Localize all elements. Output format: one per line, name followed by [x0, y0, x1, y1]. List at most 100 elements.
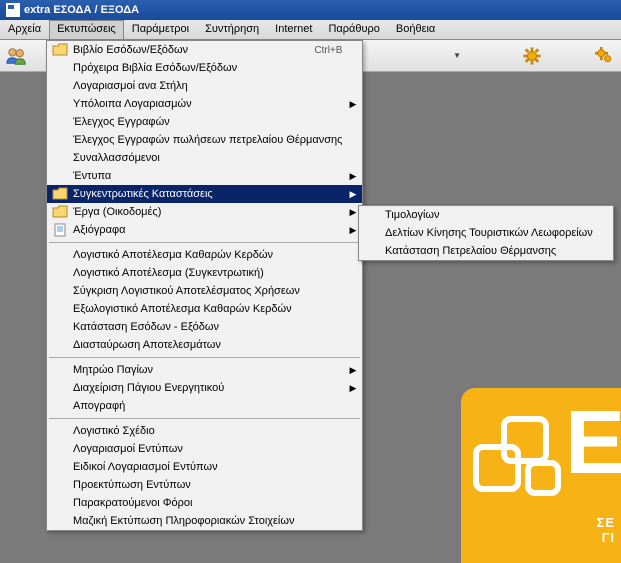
- menu-item[interactable]: Μητρώο Παγίων ▶: [47, 361, 362, 379]
- blank-icon: [51, 477, 69, 493]
- logo-subtext: ΣΕ ΓΙ: [597, 515, 615, 545]
- menu-item[interactable]: Απογραφή: [47, 397, 362, 415]
- menu-item-label: Παρακρατούμενοι Φόροι: [73, 497, 342, 509]
- menu-item[interactable]: Έλεγχος Εγγραφών: [47, 113, 362, 131]
- menu-item-label: Προεκτύπωση Εντύπων: [73, 479, 342, 491]
- menu-item-label: Διαχείριση Πάγιου Ενεργητικού: [73, 382, 342, 394]
- menu-item-label: Πρόχειρα Βιβλία Εσόδων/Εξόδων: [73, 62, 342, 74]
- menu-item-label: Έλεγχος Εγγραφών πωλήσεων πετρελαίου Θέρ…: [73, 134, 342, 146]
- menu-item[interactable]: Πρόχειρα Βιβλία Εσόδων/Εξόδων: [47, 59, 362, 77]
- menubar-item[interactable]: Συντήρηση: [197, 20, 267, 39]
- submenu-item-label: Κατάσταση Πετρελαίου Θέρμανσης: [385, 245, 593, 257]
- submenu-arrow-icon: ▶: [350, 171, 357, 182]
- aggregated-statements-submenu: Τιμολογίων Δελτίων Κίνησης Τουριστικών Λε…: [358, 205, 614, 261]
- menu-item[interactable]: Λογαριασμοί ανα Στήλη: [47, 77, 362, 95]
- blank-icon: [363, 243, 381, 259]
- submenu-arrow-icon: ▶: [350, 365, 357, 376]
- blank-icon: [51, 96, 69, 112]
- blank-icon: [363, 207, 381, 223]
- blank-icon: [51, 380, 69, 396]
- submenu-item[interactable]: Δελτίων Κίνησης Τουριστικών Λεωφορείων: [359, 224, 613, 242]
- menu-item[interactable]: Έντυπα▶: [47, 167, 362, 185]
- menu-item[interactable]: Ειδικοί Λογαριασμοί Εντύπων: [47, 458, 362, 476]
- menu-item-label: Λογαριασμοί ανα Στήλη: [73, 80, 342, 92]
- menu-item[interactable]: Παρακρατούμενοι Φόροι: [47, 494, 362, 512]
- menu-item-label: Συγκεντρωτικές Καταστάσεις: [73, 188, 342, 200]
- submenu-arrow-icon: ▶: [350, 225, 357, 236]
- menu-item[interactable]: Συγκεντρωτικές Καταστάσεις ▶: [47, 185, 362, 203]
- menu-separator: [49, 242, 360, 243]
- menu-item[interactable]: Διαχείριση Πάγιου Ενεργητικού▶: [47, 379, 362, 397]
- menu-item-label: Υπόλοιπα Λογαριασμών: [73, 98, 342, 110]
- blank-icon: [51, 495, 69, 511]
- blank-icon: [51, 362, 69, 378]
- blank-icon: [51, 60, 69, 76]
- blank-icon: [51, 247, 69, 263]
- menu-item-label: Αξιόγραφα: [73, 224, 342, 236]
- menu-item[interactable]: Κατάσταση Εσόδων - Εξόδων: [47, 318, 362, 336]
- gear-icon-1[interactable]: [521, 45, 543, 67]
- gear-icon-2[interactable]: [593, 45, 615, 67]
- menu-item[interactable]: Υπόλοιπα Λογαριασμών▶: [47, 95, 362, 113]
- menubar: ΑρχείαΕκτυπώσειςΠαράμετροιΣυντήρησηInter…: [0, 20, 621, 40]
- users-icon[interactable]: [6, 45, 28, 67]
- submenu-item-label: Τιμολογίων: [385, 209, 593, 221]
- menubar-item[interactable]: Παράθυρο: [320, 20, 387, 39]
- menubar-item[interactable]: Βοήθεια: [388, 20, 443, 39]
- print-menu-dropdown: Βιβλίο Εσόδων/ΕξόδωνCtrl+B Πρόχειρα Βιβλί…: [46, 40, 363, 531]
- menu-item[interactable]: Λογιστικό Αποτέλεσμα (Συγκεντρωτική): [47, 264, 362, 282]
- menubar-item[interactable]: Internet: [267, 20, 320, 39]
- menu-item[interactable]: Εξωλογιστικό Αποτέλεσμα Καθαρών Κερδών: [47, 300, 362, 318]
- menu-item-label: Λογιστικό Αποτέλεσμα Καθαρών Κερδών: [73, 249, 342, 261]
- menu-item-label: Λογαριασμοί Εντύπων: [73, 443, 342, 455]
- menu-item[interactable]: Λογιστικό Σχέδιο: [47, 422, 362, 440]
- folder-icon: [51, 186, 69, 202]
- folder-icon: [51, 42, 69, 58]
- menu-item-label: Διασταύρωση Αποτελεσμάτων: [73, 339, 342, 351]
- doc-icon: [51, 222, 69, 238]
- menu-item[interactable]: Λογιστικό Αποτέλεσμα Καθαρών Κερδών: [47, 246, 362, 264]
- submenu-arrow-icon: ▶: [350, 189, 357, 200]
- menu-item-label: Έλεγχος Εγγραφών: [73, 116, 342, 128]
- menu-item[interactable]: Αξιόγραφα ▶: [47, 221, 362, 239]
- blank-icon: [51, 459, 69, 475]
- menu-item[interactable]: Έλεγχος Εγγραφών πωλήσεων πετρελαίου Θέρ…: [47, 131, 362, 149]
- menu-item[interactable]: Έργα (Οικοδομές) ▶: [47, 203, 362, 221]
- menubar-item[interactable]: Εκτυπώσεις: [49, 20, 124, 39]
- menu-item[interactable]: Συναλλασσόμενοι: [47, 149, 362, 167]
- menu-item-shortcut: Ctrl+B: [314, 45, 342, 56]
- menu-item[interactable]: Μαζική Εκτύπωση Πληροφοριακών Στοιχείων: [47, 512, 362, 530]
- blank-icon: [51, 150, 69, 166]
- menu-item[interactable]: Βιβλίο Εσόδων/ΕξόδωνCtrl+B: [47, 41, 362, 59]
- blank-icon: [51, 513, 69, 529]
- blank-icon: [51, 319, 69, 335]
- blank-icon: [51, 265, 69, 281]
- menu-item-label: Μητρώο Παγίων: [73, 364, 342, 376]
- blank-icon: [51, 168, 69, 184]
- menu-item-label: Έργα (Οικοδομές): [73, 206, 342, 218]
- menubar-item[interactable]: Αρχεία: [0, 20, 49, 39]
- submenu-item[interactable]: Τιμολογίων: [359, 206, 613, 224]
- menu-item-label: Συναλλασσόμενοι: [73, 152, 342, 164]
- menu-item-label: Ειδικοί Λογαριασμοί Εντύπων: [73, 461, 342, 473]
- menu-item-label: Απογραφή: [73, 400, 342, 412]
- menu-separator: [49, 357, 360, 358]
- menubar-item[interactable]: Παράμετροι: [124, 20, 197, 39]
- submenu-arrow-icon: ▶: [350, 207, 357, 218]
- menu-item[interactable]: Λογαριασμοί Εντύπων: [47, 440, 362, 458]
- menu-item[interactable]: Σύγκριση Λογιστικού Αποτελέσματος Χρήσεω…: [47, 282, 362, 300]
- menu-item-label: Λογιστικό Σχέδιο: [73, 425, 342, 437]
- blank-icon: [51, 423, 69, 439]
- toolbar-drop-caret[interactable]: ▼: [453, 51, 461, 60]
- blank-icon: [363, 225, 381, 241]
- menu-item[interactable]: Προεκτύπωση Εντύπων: [47, 476, 362, 494]
- blank-icon: [51, 337, 69, 353]
- submenu-item[interactable]: Κατάσταση Πετρελαίου Θέρμανσης: [359, 242, 613, 260]
- menu-item[interactable]: Διασταύρωση Αποτελεσμάτων: [47, 336, 362, 354]
- blank-icon: [51, 398, 69, 414]
- blank-icon: [51, 283, 69, 299]
- app-icon: [6, 3, 20, 17]
- window-title: extra ΕΣΟΔΑ / ΕΞΟΔΑ: [24, 4, 139, 16]
- menu-item-label: Μαζική Εκτύπωση Πληροφοριακών Στοιχείων: [73, 515, 342, 527]
- submenu-item-label: Δελτίων Κίνησης Τουριστικών Λεωφορείων: [385, 227, 593, 239]
